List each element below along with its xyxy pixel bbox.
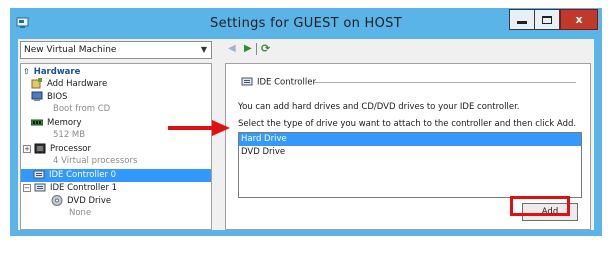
chevron-down-icon: ▼ bbox=[200, 45, 207, 54]
ide-controller-icon bbox=[33, 170, 45, 179]
description-text: You can add hard drives and CD/DVD drive… bbox=[238, 102, 520, 112]
ide-controller-icon bbox=[241, 77, 253, 86]
vm-select-value: New Virtual Machine bbox=[24, 45, 117, 55]
tree-item-label: Processor bbox=[50, 144, 91, 154]
back-arrow-icon[interactable]: ◀ bbox=[228, 43, 236, 54]
forward-arrow-icon[interactable]: ▶ bbox=[244, 43, 252, 54]
tree-hardware-header[interactable]: ⇧ Hardware bbox=[23, 65, 80, 78]
tree-item-ide-controller-0[interactable]: IDE Controller 0 bbox=[21, 169, 211, 182]
add-button-highlight bbox=[510, 196, 570, 216]
collapse-icon[interactable]: − bbox=[23, 183, 31, 192]
close-icon: x bbox=[575, 13, 583, 26]
expand-icon[interactable]: + bbox=[23, 144, 31, 153]
collapse-chevron-icon: ⇧ bbox=[23, 67, 30, 76]
group-title-label: IDE Controller bbox=[257, 77, 316, 88]
tree-item-label: IDE Controller 0 bbox=[49, 170, 117, 180]
refresh-icon[interactable]: ⟳ bbox=[261, 42, 270, 55]
drive-option-hard-drive[interactable]: Hard Drive bbox=[239, 133, 581, 146]
minimize-button[interactable] bbox=[509, 9, 535, 30]
tree-item-ide-controller-1[interactable]: − IDE Controller 1 bbox=[23, 182, 117, 195]
window-client-area: New Virtual Machine ▼ ◀ ▶ ⟳ ⇧ Hardware Ad… bbox=[18, 39, 594, 230]
bios-icon bbox=[31, 91, 43, 101]
vm-select-dropdown[interactable]: New Virtual Machine ▼ bbox=[20, 41, 212, 59]
group-title: IDE Controller bbox=[241, 77, 316, 88]
maximize-button[interactable] bbox=[534, 9, 560, 30]
tree-item-label: DVD Drive bbox=[67, 196, 112, 206]
tree-item-label: IDE Controller 1 bbox=[50, 183, 118, 193]
tree-item-processor-detail: 4 Virtual processors bbox=[53, 156, 138, 166]
tree-item-label: Add Hardware bbox=[47, 79, 108, 89]
ide-controller-icon bbox=[34, 183, 46, 192]
toolbar-separator bbox=[256, 43, 257, 55]
tree-item-label: BIOS bbox=[47, 92, 68, 102]
instruction-text: Select the type of drive you want to att… bbox=[238, 119, 577, 129]
dvd-drive-icon bbox=[51, 195, 63, 206]
maximize-icon bbox=[542, 15, 552, 24]
pointer-arrow-icon bbox=[168, 120, 230, 136]
title-bar[interactable]: Settings for GUEST on HOST x bbox=[10, 8, 602, 38]
drive-type-list[interactable]: Hard Drive DVD Drive bbox=[238, 132, 582, 198]
processor-icon bbox=[34, 143, 46, 154]
close-button[interactable]: x bbox=[560, 9, 598, 30]
tree-item-bios-detail: Boot from CD bbox=[53, 104, 111, 114]
tree-item-label: Memory bbox=[47, 118, 82, 128]
memory-icon bbox=[31, 119, 43, 126]
tree-item-dvd-drive-detail: None bbox=[69, 208, 92, 218]
hardware-header-label: Hardware bbox=[33, 67, 81, 77]
add-hardware-icon bbox=[31, 78, 42, 89]
tree-item-memory-detail: 512 MB bbox=[53, 130, 86, 140]
group-divider bbox=[314, 82, 576, 83]
tree-item-add-hardware[interactable]: Add Hardware bbox=[31, 78, 107, 91]
drive-option-dvd-drive[interactable]: DVD Drive bbox=[239, 146, 581, 159]
hardware-tree[interactable]: ⇧ Hardware Add Hardware BIOS Boot from CD… bbox=[20, 63, 212, 230]
minimize-icon bbox=[517, 21, 527, 24]
